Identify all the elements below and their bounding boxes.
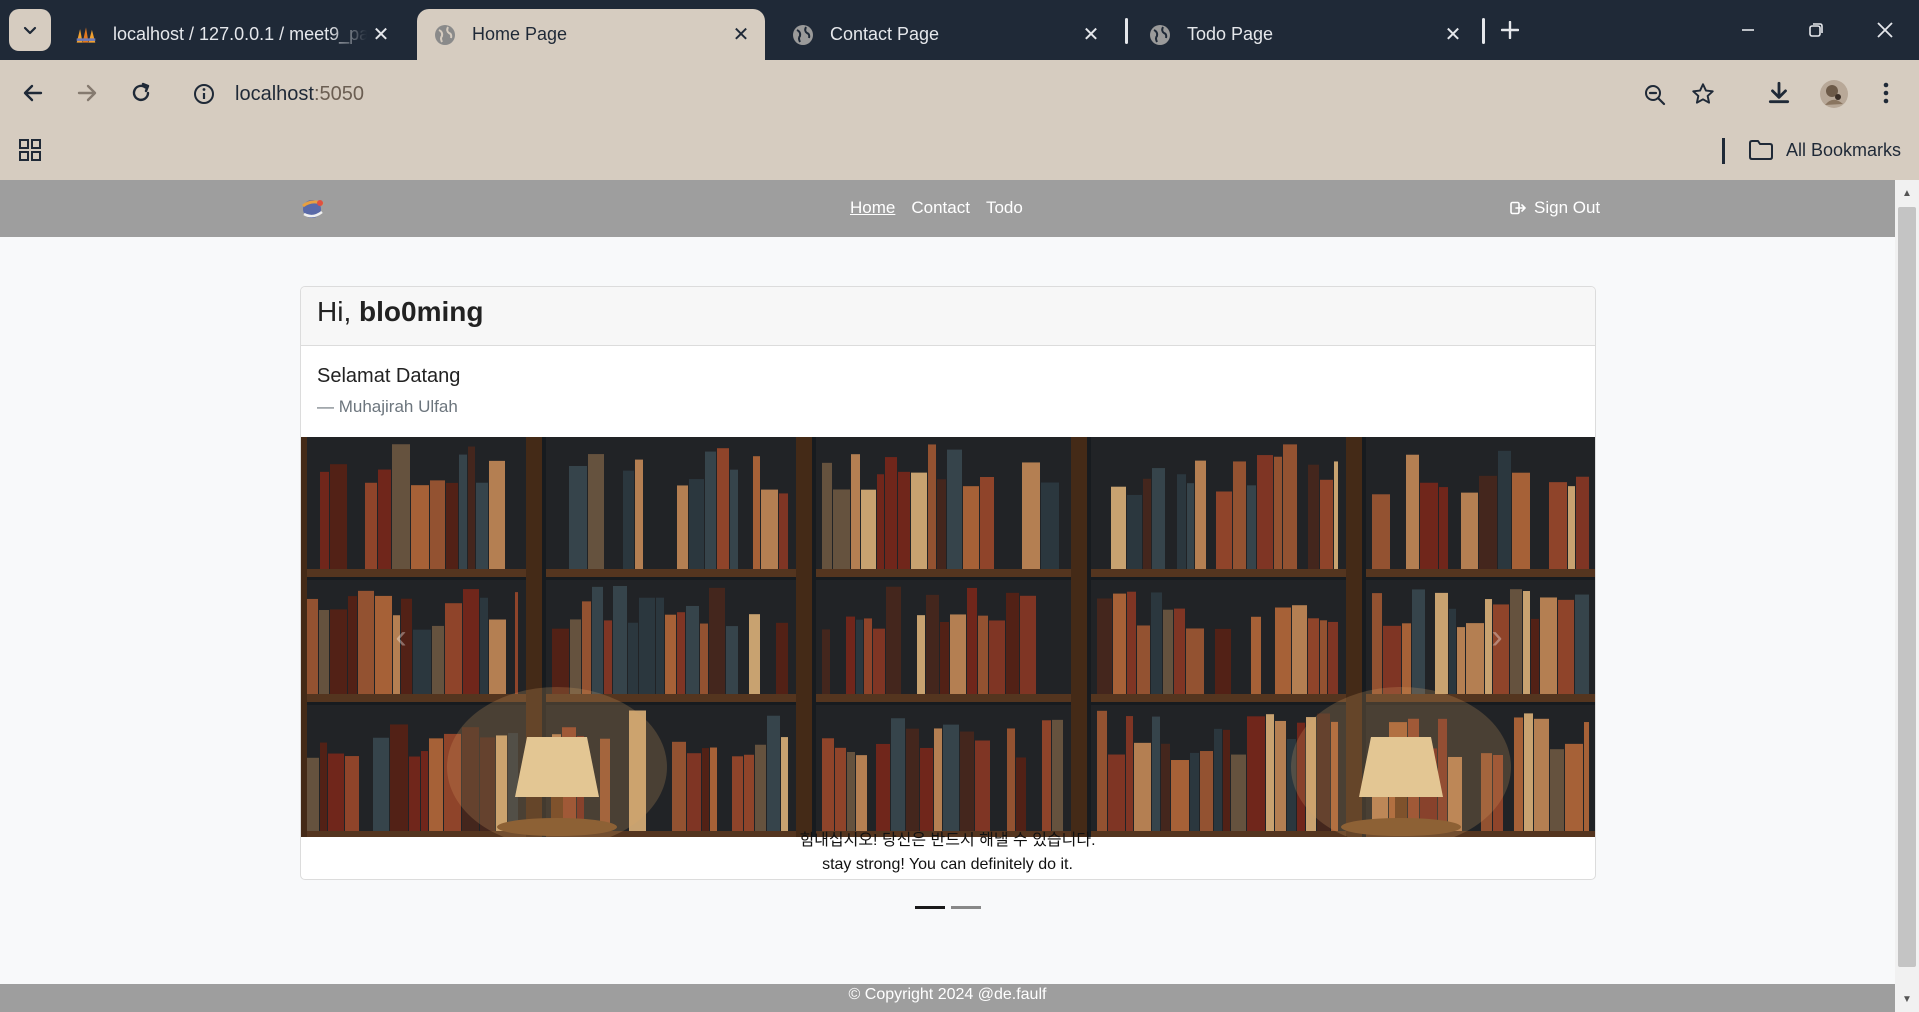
tab-contact-page[interactable]: Contact Page ✕ — [775, 9, 1115, 60]
zoom-out-icon — [1645, 85, 1666, 106]
tab-separator — [1125, 18, 1128, 44]
nav-link-contact[interactable]: Contact — [911, 198, 970, 218]
browser-menu-button[interactable] — [1874, 78, 1898, 108]
tab-title: localhost / 127.0.0.1 / meet9_pa — [113, 24, 367, 44]
globe-icon — [792, 24, 814, 46]
restore-button[interactable] — [1793, 10, 1839, 50]
caption-english: stay strong! You can definitely do it. — [822, 856, 1073, 873]
browser-toolbar — [0, 60, 1919, 180]
more-vertical-icon — [1883, 82, 1889, 104]
zoom-button[interactable] — [1640, 80, 1670, 110]
forward-button[interactable] — [72, 78, 102, 108]
brand-logo[interactable] — [298, 194, 330, 224]
arrow-left-icon — [23, 84, 43, 102]
tab-todo-page[interactable]: Todo Page ✕ — [1132, 9, 1477, 60]
back-button[interactable] — [18, 78, 48, 108]
close-window-button[interactable] — [1862, 10, 1908, 50]
download-icon — [1768, 81, 1790, 104]
footer-copyright: © Copyright 2024 @de.faulf — [848, 986, 1047, 1003]
new-tab-button[interactable] — [1494, 14, 1526, 46]
site-footer: © Copyright 2024 @de.faulf — [0, 984, 1895, 1012]
close-icon — [1877, 22, 1893, 38]
sign-out-button[interactable]: Sign Out — [1510, 198, 1600, 218]
phpmyadmin-icon — [75, 24, 97, 46]
globe-icon — [1149, 24, 1171, 46]
all-bookmarks-button[interactable]: All Bookmarks — [1748, 136, 1901, 164]
reload-button[interactable] — [126, 78, 156, 108]
apps-grid-button[interactable] — [16, 136, 44, 164]
bookshelf-library-image — [301, 437, 1595, 837]
carousel-next-button[interactable]: › — [1477, 617, 1517, 657]
close-icon[interactable]: ✕ — [1439, 21, 1467, 49]
globe-icon — [434, 24, 456, 46]
close-icon[interactable]: ✕ — [367, 21, 395, 49]
plus-icon — [1501, 21, 1519, 39]
grid-icon — [19, 139, 41, 161]
carousel-prev-button[interactable]: ‹ — [381, 617, 421, 657]
scroll-down-arrow[interactable]: ▼ — [1898, 990, 1916, 1008]
nav-links: Home Contact Todo — [850, 198, 1023, 218]
scroll-thumb[interactable] — [1898, 207, 1916, 967]
greeting-text: Hi, — [317, 296, 352, 327]
minimize-icon — [1742, 29, 1754, 31]
profile-avatar[interactable] — [1818, 78, 1850, 110]
carousel-indicator-1[interactable] — [915, 906, 945, 909]
sign-out-label: Sign Out — [1534, 198, 1601, 217]
arrow-right-icon — [77, 84, 97, 102]
quote-author: — Muhajirah Ulfah — [317, 397, 458, 416]
quote-text: Selamat Datang — [317, 365, 461, 387]
tab-strip: localhost / 127.0.0.1 / meet9_pa ✕ Home … — [0, 0, 1919, 60]
tab-search-button[interactable] — [9, 9, 51, 51]
card-header: Hi, blo0ming — [301, 287, 1595, 346]
scroll-up-arrow[interactable]: ▲ — [1898, 184, 1916, 202]
page-viewport: Home Contact Todo Sign Out Hi, blo0ming … — [0, 180, 1895, 1012]
nav-link-home[interactable]: Home — [850, 198, 895, 218]
sign-out-icon — [1510, 201, 1526, 215]
minimize-button[interactable] — [1725, 10, 1771, 50]
address-bar[interactable]: localhost:5050 — [235, 83, 364, 106]
close-icon[interactable]: ✕ — [1077, 21, 1105, 49]
tab-title: Todo Page — [1187, 24, 1274, 44]
all-bookmarks-label: All Bookmarks — [1786, 139, 1902, 160]
carousel-indicator-2[interactable] — [951, 906, 981, 909]
blockquote: Selamat Datang — Muhajirah Ulfah — [301, 346, 1595, 417]
chevron-right-icon: › — [1491, 617, 1503, 656]
folder-icon — [1749, 140, 1773, 160]
restore-icon — [1809, 23, 1823, 37]
close-icon[interactable]: ✕ — [727, 21, 755, 49]
url-port: :5050 — [313, 83, 364, 105]
downloads-button[interactable] — [1764, 78, 1794, 108]
tab-phpmyadmin[interactable]: localhost / 127.0.0.1 / meet9_pa ✕ — [58, 9, 405, 60]
tab-title: Home Page — [472, 24, 568, 44]
chevron-down-icon — [23, 26, 37, 35]
carousel-caption: 힘내십시오! 당신은 반드시 해낼 수 있습니다. stay strong! Y… — [0, 829, 1895, 877]
site-navbar: Home Contact Todo Sign Out — [0, 180, 1895, 237]
tab-title: Contact Page — [830, 24, 940, 44]
nav-link-todo[interactable]: Todo — [986, 198, 1023, 218]
caption-korean: 힘내십시오! 당신은 반드시 해낼 수 있습니다. — [799, 832, 1096, 849]
carousel-indicators — [915, 906, 981, 909]
welcome-card: Hi, blo0ming Selamat Datang — Muhajirah … — [300, 286, 1596, 880]
reload-icon — [132, 82, 150, 102]
url-host: localhost — [235, 83, 314, 105]
site-info-icon[interactable] — [192, 82, 216, 106]
carousel: ‹ › — [301, 437, 1595, 837]
bookmarks-separator — [1722, 138, 1725, 164]
star-icon — [1692, 83, 1714, 104]
bookmark-star-button[interactable] — [1688, 79, 1718, 109]
tab-separator — [1482, 18, 1485, 44]
username: blo0ming — [359, 296, 484, 327]
chevron-left-icon: ‹ — [395, 617, 407, 656]
tab-home-page[interactable]: Home Page ✕ — [417, 9, 765, 60]
